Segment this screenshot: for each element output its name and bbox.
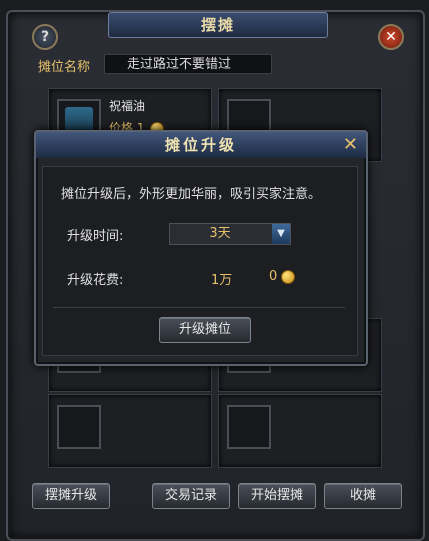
start-stall-button[interactable]: 开始摆摊 <box>238 483 316 509</box>
upgrade-time-label: 升级时间: <box>67 229 124 244</box>
coin-amount: 0 <box>269 269 278 284</box>
item-slot[interactable] <box>227 405 271 449</box>
confirm-upgrade-button[interactable]: 升级摊位 <box>159 317 251 343</box>
upgrade-dialog: 摊位升级 ✕ 摊位升级后，外形更加华丽，吸引买家注意。 升级时间: 3天 ▼ 升… <box>34 130 368 366</box>
upgrade-notice: 摊位升级后，外形更加华丽，吸引买家注意。 <box>61 187 322 202</box>
upgrade-time-value: 3天 <box>209 226 231 241</box>
dialog-title: 摊位升级 <box>36 132 366 158</box>
dialog-body: 摊位升级后，外形更加华丽，吸引买家注意。 升级时间: 3天 ▼ 升级花费: 1万… <box>42 166 358 356</box>
cost-amount: 1万 <box>211 273 233 288</box>
help-button[interactable]: ? <box>32 24 58 50</box>
trade-log-button[interactable]: 交易记录 <box>152 483 230 509</box>
item-name: 祝福油 <box>109 99 146 113</box>
stall-cell[interactable] <box>48 394 212 468</box>
stall-name-input[interactable]: 走过路过不要错过 <box>104 54 272 74</box>
gold-coin-icon <box>281 270 295 284</box>
dialog-close-button[interactable]: ✕ <box>343 134 358 156</box>
stall-cell[interactable] <box>218 394 382 468</box>
chevron-down-icon[interactable]: ▼ <box>272 224 290 244</box>
close-stall-button[interactable]: 收摊 <box>324 483 402 509</box>
item-slot[interactable] <box>57 405 101 449</box>
divider <box>53 307 345 308</box>
upgrade-time-select[interactable]: 3天 ▼ <box>169 223 291 245</box>
window-title: 摆摊 <box>108 12 328 38</box>
close-window-button[interactable]: ✕ <box>378 24 404 50</box>
stall-name-label: 摊位名称 <box>38 60 91 75</box>
upgrade-stall-button[interactable]: 摆摊升级 <box>32 483 110 509</box>
upgrade-cost-label: 升级花费: <box>67 273 124 288</box>
